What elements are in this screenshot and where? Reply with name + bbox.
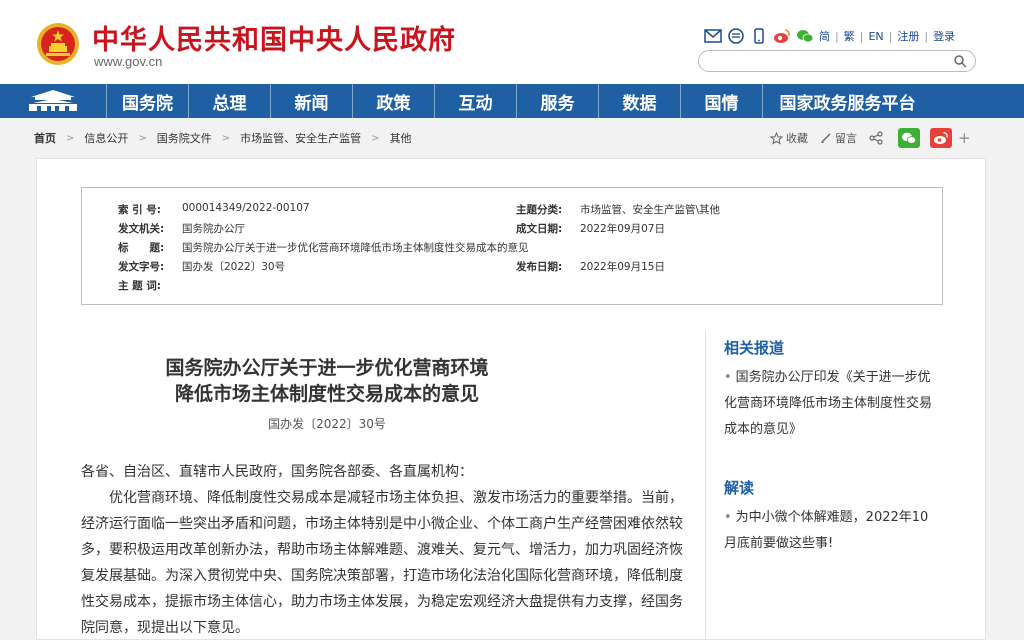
search-input[interactable] bbox=[709, 53, 949, 69]
site-header: 中华人民共和国中央人民政府 www.gov.cn 简 | 繁 | EN | 注册… bbox=[0, 0, 1024, 84]
meta-published-date-row: 发布日期: 2022年09月15日 bbox=[516, 259, 665, 274]
share-icon bbox=[869, 131, 883, 145]
bullet-icon: • bbox=[724, 510, 732, 525]
weibo-share-button[interactable] bbox=[930, 128, 952, 148]
meta-keywords-label: 主 题 词: bbox=[118, 280, 162, 292]
related-report-link[interactable]: • 国务院办公厅印发《关于进一步优化营商环境降低市场主体制度性交易成本的意见》 bbox=[724, 365, 939, 443]
link-login[interactable]: 登录 bbox=[933, 28, 955, 44]
mobile-icon[interactable] bbox=[750, 28, 768, 44]
interpretation-link[interactable]: • 为中小微个体解难题，2022年10月底前要做这些事! bbox=[724, 505, 939, 557]
wechat-icon[interactable] bbox=[796, 28, 814, 44]
more-share-icon[interactable]: + bbox=[958, 129, 971, 147]
breadcrumb-market-supervision[interactable]: 市场监管、安全生产监管 bbox=[240, 130, 361, 146]
nav-item-services[interactable]: 服务 bbox=[516, 84, 598, 118]
meta-topic-label: 主题分类: bbox=[516, 204, 563, 216]
nav-item-interaction[interactable]: 互动 bbox=[434, 84, 516, 118]
share-button[interactable] bbox=[869, 131, 886, 145]
meta-written-date-label: 成文日期: bbox=[516, 223, 563, 235]
sidebar: 相关报道 • 国务院办公厅印发《关于进一步优化营商环境降低市场主体制度性交易成本的… bbox=[705, 331, 945, 640]
document-title-line-1: 国务院办公厅关于进一步优化营商环境 bbox=[165, 357, 489, 379]
separator: | bbox=[924, 29, 929, 43]
meta-topic-row: 主题分类: 市场监管、安全生产监管\其他 bbox=[516, 202, 720, 217]
document-paragraph: 优化营商环境、降低制度性交易成本是减轻市场主体负担、激发市场活力的重要举措。当前… bbox=[81, 490, 683, 636]
document-body: 各省、自治区、直辖市人民政府，国务院各部委、各直属机构： 优化营商环境、降低制度… bbox=[81, 459, 691, 640]
meta-written-date-value: 2022年09月07日 bbox=[580, 223, 665, 235]
meta-docno-value: 国办发〔2022〕30号 bbox=[182, 261, 286, 273]
separator: | bbox=[888, 29, 893, 43]
meta-index-value: 000014349/2022-00107 bbox=[182, 202, 310, 214]
content-card: 索 引 号: 000014349/2022-00107 主题分类: 市场监管、安… bbox=[36, 158, 986, 640]
nav-item-state-council[interactable]: 国务院 bbox=[106, 84, 188, 118]
meta-title-value: 国务院办公厅关于进一步优化营商环境降低市场主体制度性交易成本的意见 bbox=[182, 242, 529, 254]
nav-item-gov-service-platform[interactable]: 国家政务服务平台 bbox=[762, 84, 932, 118]
breadcrumb-home[interactable]: 首页 bbox=[34, 130, 56, 146]
separator: | bbox=[859, 29, 864, 43]
app-icon[interactable] bbox=[727, 28, 745, 44]
wechat-icon bbox=[902, 132, 917, 144]
document-metadata-table: 索 引 号: 000014349/2022-00107 主题分类: 市场监管、安… bbox=[81, 187, 943, 305]
chevron-right-icon: > bbox=[371, 132, 380, 144]
document-title: 国务院办公厅关于进一步优化营商环境 降低市场主体制度性交易成本的意见 bbox=[77, 355, 577, 407]
breadcrumb-council-documents[interactable]: 国务院文件 bbox=[157, 130, 212, 146]
wechat-share-button[interactable] bbox=[898, 128, 920, 148]
link-simplified[interactable]: 简 bbox=[819, 28, 830, 44]
chevron-right-icon: > bbox=[138, 132, 147, 144]
meta-title-label: 标 题: bbox=[118, 242, 165, 254]
page-actions: 收藏 留言 + bbox=[770, 128, 971, 148]
nav-item-premier[interactable]: 总理 bbox=[188, 84, 270, 118]
link-english[interactable]: EN bbox=[868, 30, 883, 43]
meta-index-label: 索 引 号: bbox=[118, 204, 162, 216]
favorite-label: 收藏 bbox=[786, 132, 808, 145]
related-report-link-text: 国务院办公厅印发《关于进一步优化营商环境降低市场主体制度性交易成本的意见》 bbox=[724, 370, 933, 437]
meta-index-row: 索 引 号: 000014349/2022-00107 bbox=[118, 202, 310, 217]
meta-title-row: 标 题: 国务院办公厅关于进一步优化营商环境降低市场主体制度性交易成本的意见 bbox=[118, 240, 529, 255]
meta-issuer-row: 发文机关: 国务院办公厅 bbox=[118, 221, 245, 236]
meta-published-date-value: 2022年09月15日 bbox=[580, 261, 665, 273]
star-icon bbox=[770, 131, 783, 145]
link-register[interactable]: 注册 bbox=[897, 28, 919, 44]
meta-issuer-value: 国务院办公厅 bbox=[182, 223, 245, 235]
document-title-line-2: 降低市场主体制度性交易成本的意见 bbox=[174, 383, 479, 405]
pencil-icon bbox=[821, 133, 831, 143]
meta-topic-value: 市场监管、安全生产监管\其他 bbox=[580, 204, 721, 216]
search-icon[interactable] bbox=[953, 54, 967, 68]
meta-published-date-label: 发布日期: bbox=[516, 261, 563, 273]
mail-icon[interactable] bbox=[704, 28, 722, 44]
search-box bbox=[698, 50, 976, 72]
comment-button[interactable]: 留言 bbox=[820, 130, 857, 146]
related-reports-heading: 相关报道 bbox=[724, 339, 785, 357]
nav-item-policy[interactable]: 政策 bbox=[352, 84, 434, 118]
site-title[interactable]: 中华人民共和国中央人民政府 bbox=[92, 18, 456, 57]
bullet-icon: • bbox=[724, 370, 732, 385]
breadcrumb-info-disclosure[interactable]: 信息公开 bbox=[84, 130, 128, 146]
nav-home[interactable] bbox=[0, 84, 106, 118]
tiananmen-home-icon bbox=[29, 90, 77, 111]
nav-item-news[interactable]: 新闻 bbox=[270, 84, 352, 118]
nav-item-data[interactable]: 数据 bbox=[598, 84, 680, 118]
weibo-icon[interactable] bbox=[773, 28, 791, 44]
meta-docno-label: 发文字号: bbox=[118, 261, 165, 273]
nav-item-national-info[interactable]: 国情 bbox=[680, 84, 762, 118]
document-salutation: 各省、自治区、直辖市人民政府，国务院各部委、各直属机构： bbox=[81, 464, 473, 480]
chevron-right-icon: > bbox=[221, 132, 231, 144]
top-links: 简 | 繁 | EN | 注册 | 登录 bbox=[704, 26, 955, 46]
interpretation-link-text: 为中小微个体解难题，2022年10月底前要做这些事! bbox=[724, 510, 929, 551]
interpretation-heading: 解读 bbox=[724, 479, 755, 497]
document-number: 国办发〔2022〕30号 bbox=[268, 417, 386, 431]
meta-written-date-row: 成文日期: 2022年09月07日 bbox=[516, 221, 665, 236]
link-traditional[interactable]: 繁 bbox=[844, 28, 855, 44]
national-emblem-icon bbox=[37, 23, 79, 65]
meta-keywords-row: 主 题 词: bbox=[118, 278, 182, 293]
breadcrumb: 首页 > 信息公开 > 国务院文件 > 市场监管、安全生产监管 > 其他 bbox=[34, 130, 412, 146]
main-nav: 国务院 总理 新闻 政策 互动 服务 数据 国情 国家政务服务平台 bbox=[0, 84, 1024, 118]
weibo-icon bbox=[934, 131, 948, 144]
breadcrumb-other[interactable]: 其他 bbox=[390, 130, 412, 146]
comment-label: 留言 bbox=[835, 132, 857, 145]
chevron-right-icon: > bbox=[66, 132, 75, 144]
meta-docno-row: 发文字号: 国办发〔2022〕30号 bbox=[118, 259, 285, 274]
site-domain: www.gov.cn bbox=[94, 54, 163, 69]
meta-issuer-label: 发文机关: bbox=[118, 223, 165, 235]
separator: | bbox=[835, 29, 839, 43]
favorite-button[interactable]: 收藏 bbox=[770, 130, 808, 146]
